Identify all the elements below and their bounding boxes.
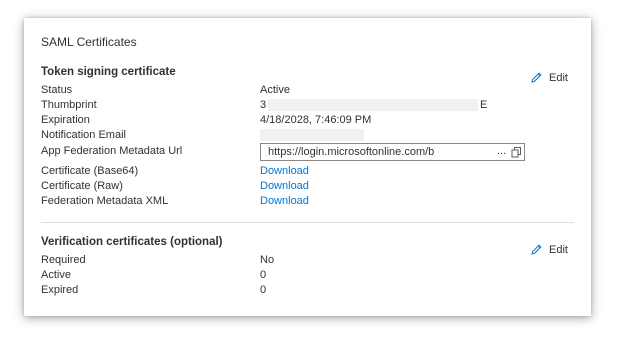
expired-label: Expired xyxy=(41,284,79,296)
thumbprint-redaction xyxy=(268,99,478,111)
expiration-label: Expiration xyxy=(41,114,90,126)
pencil-icon xyxy=(530,71,543,84)
active-label: Active xyxy=(41,269,71,281)
verification-edit-button[interactable]: Edit xyxy=(530,243,568,256)
thumbprint-value-end: E xyxy=(480,99,488,111)
required-value: No xyxy=(260,254,275,266)
thumbprint-label: Thumbprint xyxy=(41,99,97,111)
verification-heading: Verification certificates (optional) xyxy=(41,236,223,248)
status-value: Active xyxy=(260,84,290,96)
metadata-url-text: https://login.microsoftonline.com/b xyxy=(268,146,435,158)
expiration-value: 4/18/2028, 7:46:09 PM xyxy=(260,114,372,126)
metadata-url-label: App Federation Metadata Url xyxy=(41,145,183,157)
certificate-raw-download-link[interactable]: Download xyxy=(260,180,309,192)
notification-email-redaction xyxy=(260,129,364,141)
certificate-base64-download-link[interactable]: Download xyxy=(260,165,309,177)
edit-label: Edit xyxy=(549,243,568,256)
metadata-url-field[interactable]: https://login.microsoftonline.com/b ... xyxy=(260,143,525,161)
section-divider xyxy=(41,222,574,223)
saml-certificates-card: SAML Certificates Token signing certific… xyxy=(24,18,591,316)
token-signing-edit-button[interactable]: Edit xyxy=(530,71,568,84)
status-label: Status xyxy=(41,84,73,96)
expired-value: 0 xyxy=(260,284,267,296)
required-label: Required xyxy=(41,254,86,266)
notification-email-label: Notification Email xyxy=(41,129,126,141)
active-value: 0 xyxy=(260,269,267,281)
token-signing-heading: Token signing certificate xyxy=(41,66,176,78)
card-title: SAML Certificates xyxy=(41,35,137,49)
thumbprint-value-start: 3 xyxy=(260,99,267,111)
certificate-raw-label: Certificate (Raw) xyxy=(41,180,123,192)
certificate-base64-label: Certificate (Base64) xyxy=(41,165,139,177)
copy-icon[interactable] xyxy=(511,147,522,161)
federation-metadata-xml-label: Federation Metadata XML xyxy=(41,195,169,207)
pencil-icon xyxy=(530,243,543,256)
edit-label: Edit xyxy=(549,71,568,84)
url-ellipsis: ... xyxy=(497,145,507,157)
federation-metadata-xml-download-link[interactable]: Download xyxy=(260,195,309,207)
